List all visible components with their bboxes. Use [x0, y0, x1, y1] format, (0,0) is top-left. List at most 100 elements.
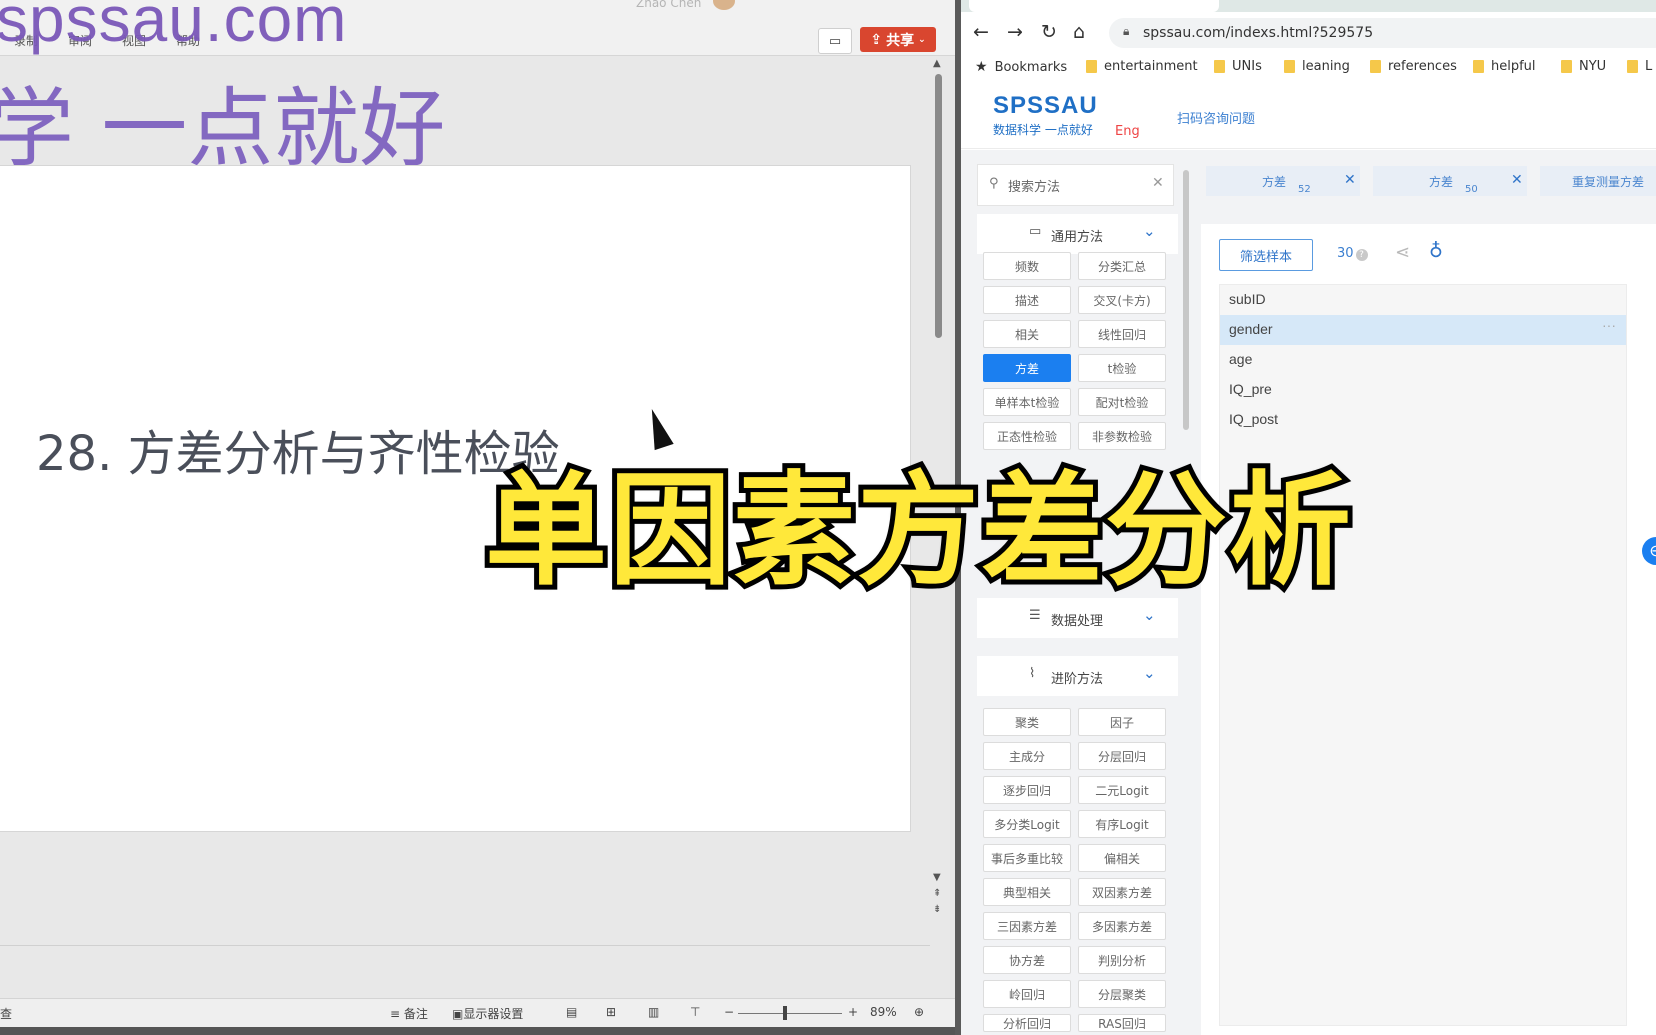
- share-label: 共享: [886, 32, 915, 49]
- analysis-tab[interactable]: 方差 52 ✕: [1206, 166, 1360, 196]
- sidebar-scroll-thumb[interactable]: [1183, 170, 1189, 430]
- prev-slide-icon[interactable]: ⇞: [933, 888, 941, 899]
- method-button[interactable]: 交叉(卡方): [1078, 286, 1166, 314]
- next-slide-icon[interactable]: ⇟: [933, 904, 941, 915]
- method-button[interactable]: 双因素方差: [1078, 878, 1166, 906]
- method-button[interactable]: 配对t检验: [1078, 388, 1166, 416]
- bookmark-l[interactable]: L: [1627, 59, 1652, 74]
- lock-icon[interactable]: 🔒︎: [1123, 24, 1129, 39]
- method-button[interactable]: 岭回归: [983, 980, 1071, 1008]
- sidebar-scrollbar[interactable]: [1181, 160, 1189, 430]
- variable-item[interactable]: IQ_pre: [1220, 375, 1626, 405]
- notes-button[interactable]: ≡ 备注: [390, 1005, 428, 1022]
- method-button[interactable]: 单样本t检验: [983, 388, 1071, 416]
- zoom-level[interactable]: 89%: [870, 1005, 897, 1019]
- bookmark-unis[interactable]: UNIs: [1214, 59, 1262, 74]
- more-icon[interactable]: ···: [1602, 317, 1616, 333]
- method-button[interactable]: 频数: [983, 252, 1071, 280]
- section-advanced-methods[interactable]: ⌇ 进阶方法 ⌄: [977, 656, 1178, 696]
- site-logo[interactable]: SPSSAU: [993, 92, 1098, 120]
- method-button[interactable]: 线性回归: [1078, 320, 1166, 348]
- method-button[interactable]: 典型相关: [983, 878, 1071, 906]
- method-button[interactable]: 相关: [983, 320, 1071, 348]
- method-button[interactable]: 聚类: [983, 708, 1071, 736]
- scroll-thumb[interactable]: [935, 74, 942, 338]
- help-icon[interactable]: ?: [1355, 249, 1368, 261]
- reload-icon[interactable]: ↻: [1041, 21, 1057, 43]
- variable-item[interactable]: subID: [1220, 285, 1626, 315]
- method-button[interactable]: RAS回归: [1078, 1014, 1166, 1032]
- avatar[interactable]: [713, 0, 735, 10]
- method-button[interactable]: 多分类Logit: [983, 810, 1071, 838]
- bookmark-leaning[interactable]: leaning: [1284, 59, 1350, 74]
- method-button[interactable]: 协方差: [983, 946, 1071, 974]
- variable-item[interactable]: age: [1220, 345, 1626, 375]
- slideshow-icon[interactable]: ⊤: [690, 1005, 700, 1019]
- bookmark-label: references: [1388, 59, 1457, 74]
- url-text[interactable]: spssau.com/indexs.html?529575: [1143, 25, 1373, 41]
- variable-label: IQ_pre: [1229, 381, 1272, 397]
- bookmark-nyu[interactable]: NYU: [1561, 59, 1606, 74]
- method-button-active[interactable]: 方差: [983, 354, 1071, 382]
- watermark-url: spssau.com: [0, 0, 348, 55]
- scroll-down-icon[interactable]: ▼: [933, 872, 941, 883]
- method-button[interactable]: 分析回归: [983, 1014, 1071, 1032]
- filter-samples-button[interactable]: 筛选样本: [1219, 239, 1313, 271]
- bookmark-bookmarks[interactable]: ★ Bookmarks: [975, 59, 1067, 75]
- slide-title[interactable]: 28. 方差分析与齐性检验: [36, 414, 560, 484]
- zoom-slider[interactable]: [738, 1013, 842, 1014]
- zoom-in-button[interactable]: +: [848, 1005, 858, 1019]
- forward-icon[interactable]: →: [1007, 21, 1023, 43]
- normal-view-icon[interactable]: ▤: [566, 1005, 577, 1019]
- method-button[interactable]: 分层聚类: [1078, 980, 1166, 1008]
- user-name: Zhao Chen: [636, 0, 702, 10]
- share-button[interactable]: ⇪ 共享 ⌄: [860, 27, 936, 52]
- method-button[interactable]: 因子: [1078, 708, 1166, 736]
- analysis-tab[interactable]: 方差 50 ✕: [1373, 166, 1527, 196]
- language-switch[interactable]: Eng: [1115, 124, 1140, 139]
- variable-item-selected[interactable]: gender ···: [1220, 315, 1626, 345]
- close-icon[interactable]: ✕: [1511, 172, 1523, 188]
- chevron-down-icon: ⌄: [1143, 222, 1156, 240]
- taskbar-strip: [0, 1027, 955, 1035]
- method-button[interactable]: 三因素方差: [983, 912, 1071, 940]
- lightbulb-icon[interactable]: ♁: [1429, 240, 1443, 262]
- zoom-slider-handle[interactable]: [783, 1006, 787, 1020]
- method-button[interactable]: 偏相关: [1078, 844, 1166, 872]
- search-placeholder: 搜索方法: [1008, 180, 1061, 195]
- fit-slide-icon[interactable]: ⊕: [914, 1005, 924, 1019]
- share-icon[interactable]: ⋖: [1395, 242, 1410, 263]
- section-general-methods[interactable]: ▭ 通用方法 ⌄: [977, 214, 1178, 254]
- method-button[interactable]: 多因素方差: [1078, 912, 1166, 940]
- method-button[interactable]: 逐步回归: [983, 776, 1071, 804]
- reading-view-icon[interactable]: ▥: [648, 1005, 659, 1019]
- method-button[interactable]: 事后多重比较: [983, 844, 1071, 872]
- close-icon[interactable]: ✕: [1344, 172, 1356, 188]
- back-icon[interactable]: ←: [973, 21, 989, 43]
- scroll-up-icon[interactable]: ▲: [933, 58, 941, 69]
- consult-link[interactable]: 扫码咨询问题: [1177, 108, 1255, 127]
- bookmark-references[interactable]: references: [1370, 59, 1457, 74]
- method-button[interactable]: 二元Logit: [1078, 776, 1166, 804]
- bookmark-entertainment[interactable]: entertainment: [1086, 59, 1198, 74]
- zoom-out-button[interactable]: −: [724, 1005, 734, 1019]
- method-button[interactable]: 判别分析: [1078, 946, 1166, 974]
- method-button[interactable]: 分类汇总: [1078, 252, 1166, 280]
- folder-icon: [1370, 60, 1381, 73]
- clear-search-icon[interactable]: ✕: [1152, 175, 1164, 191]
- comment-button[interactable]: ▭: [818, 28, 852, 54]
- method-button[interactable]: 主成分: [983, 742, 1071, 770]
- browser-tab-active[interactable]: [969, 0, 1219, 12]
- slide-sorter-icon[interactable]: ⊞: [606, 1005, 616, 1019]
- analysis-tab[interactable]: 重复测量方差: [1540, 166, 1656, 196]
- method-search-input[interactable]: ⚲ 搜索方法 ✕: [977, 164, 1174, 206]
- method-button[interactable]: t检验: [1078, 354, 1166, 382]
- method-button[interactable]: 分层回归: [1078, 742, 1166, 770]
- bookmark-helpful[interactable]: helpful: [1473, 59, 1536, 74]
- display-settings-button[interactable]: ▣显示器设置: [452, 1005, 523, 1022]
- method-button[interactable]: 有序Logit: [1078, 810, 1166, 838]
- home-icon[interactable]: ⌂: [1073, 21, 1085, 43]
- variable-item[interactable]: IQ_post: [1220, 405, 1626, 435]
- method-button[interactable]: 描述: [983, 286, 1071, 314]
- address-bar[interactable]: 🔒︎ spssau.com/indexs.html?529575: [1109, 18, 1656, 48]
